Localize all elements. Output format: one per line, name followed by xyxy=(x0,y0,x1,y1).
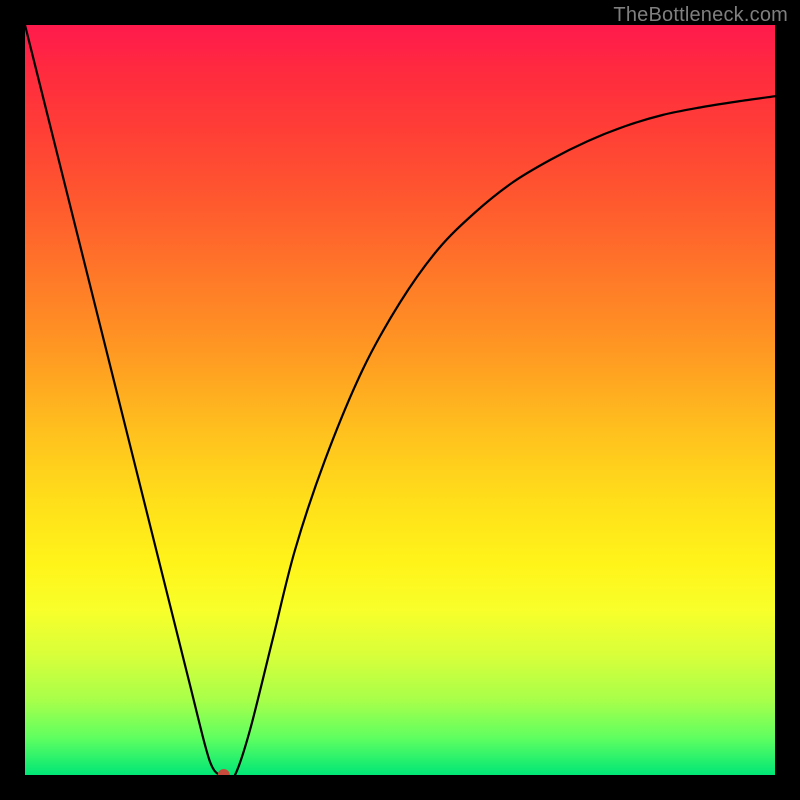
bottleneck-curve xyxy=(25,25,775,775)
chart-frame: TheBottleneck.com xyxy=(0,0,800,800)
watermark-text: TheBottleneck.com xyxy=(613,4,788,27)
plot-area xyxy=(25,25,775,775)
curve-layer xyxy=(25,25,775,775)
minimum-marker xyxy=(218,769,230,775)
